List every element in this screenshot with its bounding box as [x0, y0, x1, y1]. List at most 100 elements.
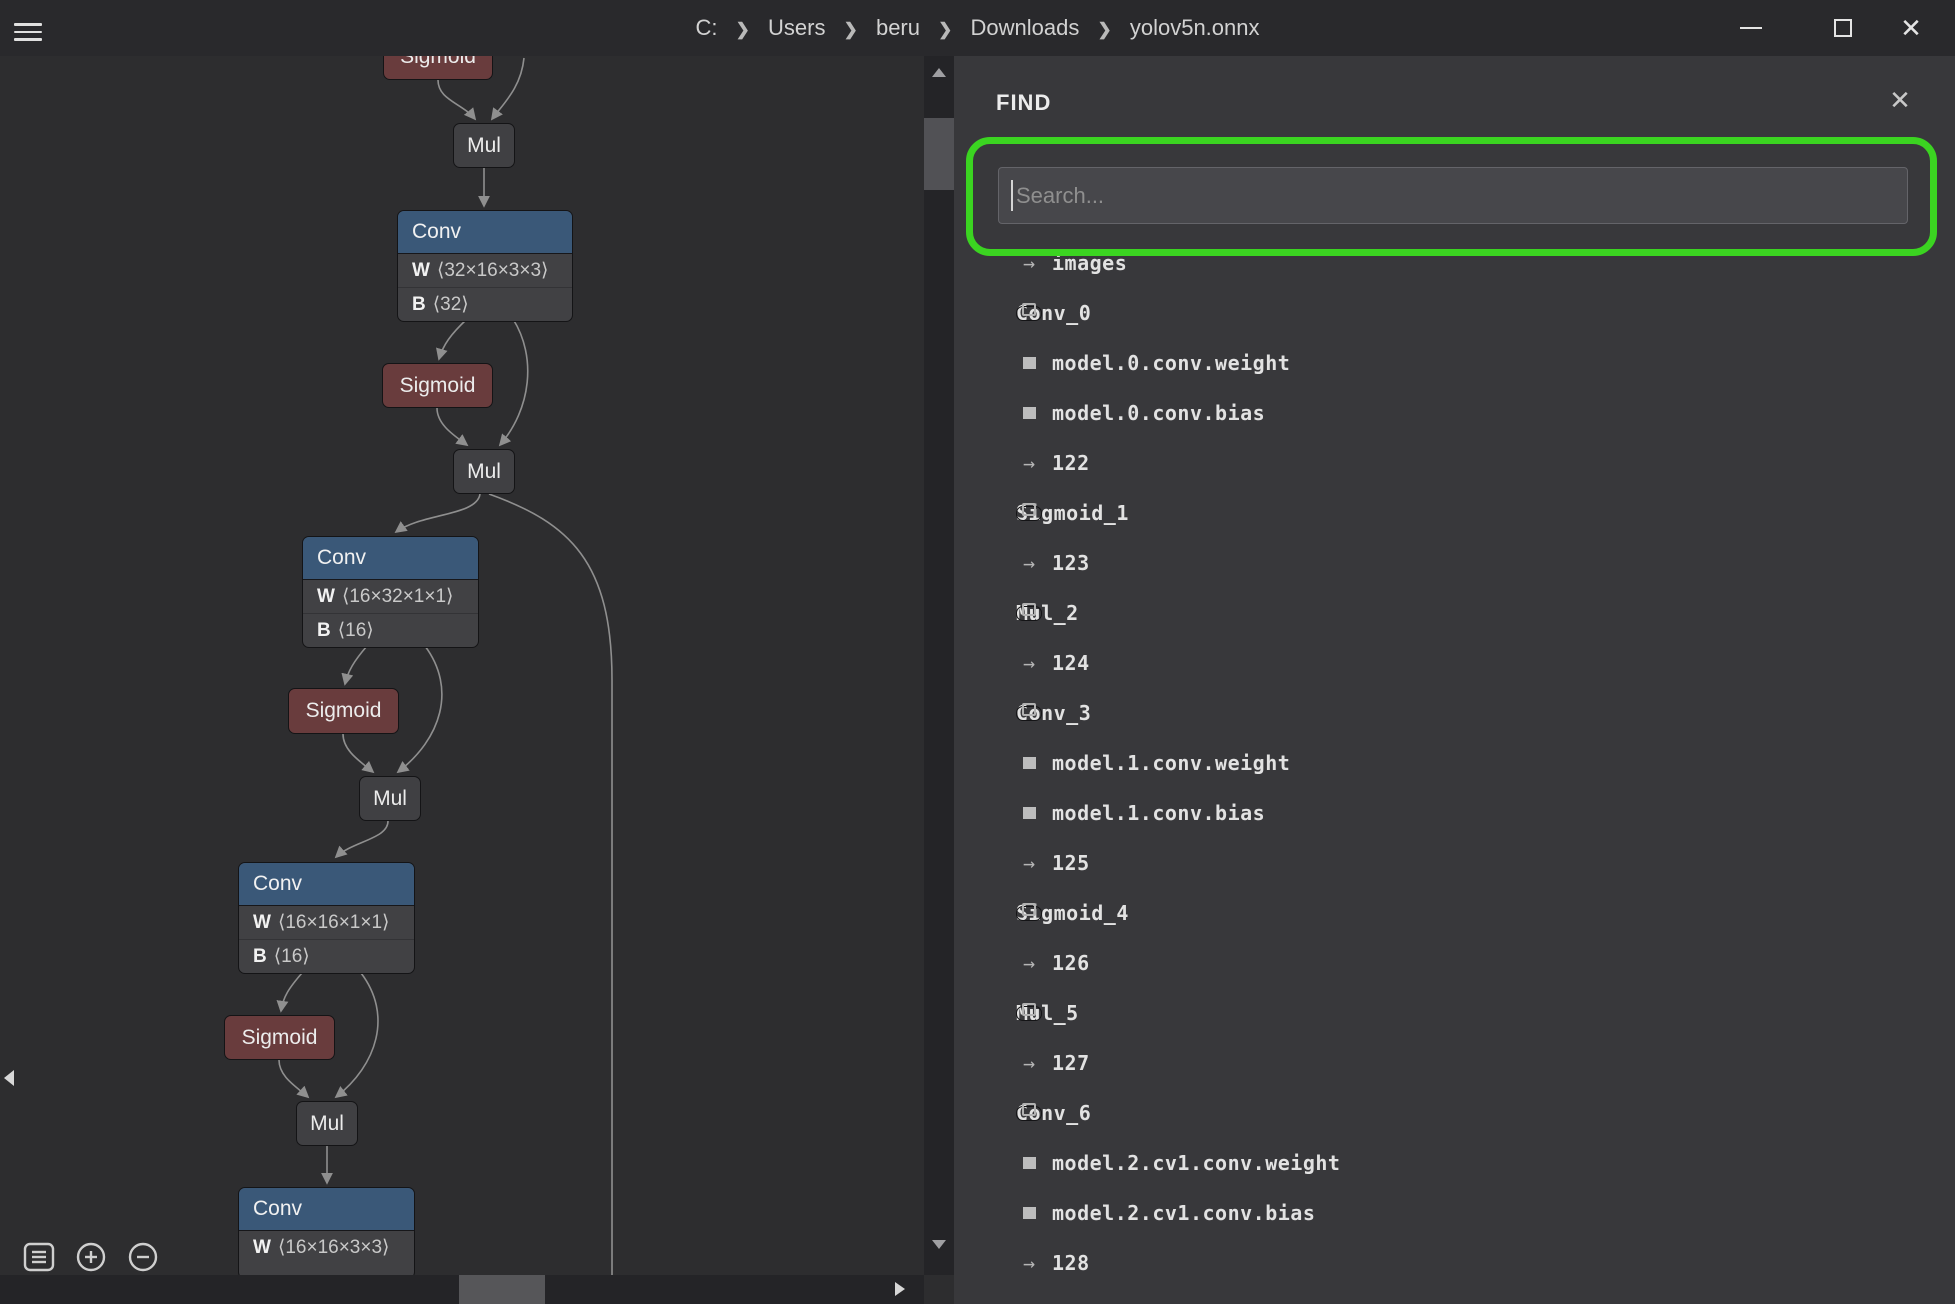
graph-node-conv[interactable]: Conv W ⟨16×16×3×3⟩: [238, 1187, 415, 1279]
zoom-in-button[interactable]: [72, 1238, 110, 1276]
node-type-label: Mul: [467, 133, 501, 157]
node-param-weight: W ⟨16×16×1×1⟩: [253, 912, 390, 933]
graph-node-mul[interactable]: Mul: [453, 449, 515, 494]
find-result-item[interactable]: Conv_6: [954, 1088, 1955, 1138]
find-result-label: 124: [1052, 651, 1090, 675]
search-input[interactable]: [998, 167, 1908, 224]
find-result-item[interactable]: model.2.cv1.conv.bias: [954, 1188, 1955, 1238]
find-result-label: model.0.conv.bias: [1052, 401, 1266, 425]
graph-node-mul[interactable]: Mul: [296, 1101, 358, 1146]
find-result-label: 126: [1052, 951, 1090, 975]
node-param-weight: W ⟨16×32×1×1⟩: [317, 586, 454, 607]
find-result-item[interactable]: Mul_2: [954, 588, 1955, 638]
find-result-item[interactable]: → 124: [954, 638, 1955, 688]
find-result-item[interactable]: → 126: [954, 938, 1955, 988]
zoom-out-button[interactable]: [124, 1238, 162, 1276]
chevron-right-icon: ❯: [843, 20, 858, 39]
tensor-arrow-icon: →: [1022, 1051, 1036, 1075]
maximize-button[interactable]: [1815, 0, 1871, 56]
minimize-icon: [1740, 27, 1762, 29]
node-type-label: Conv: [303, 537, 478, 580]
scroll-left-arrow-icon[interactable]: [4, 1070, 14, 1086]
node-marker-icon: [1016, 1005, 1042, 1021]
node-type-label: Mul: [467, 459, 501, 483]
scroll-up-arrow-icon[interactable]: [932, 68, 946, 77]
horizontal-scrollbar[interactable]: [0, 1275, 924, 1304]
breadcrumb: C: ❯ Users ❯ beru ❯ Downloads ❯ yolov5n.…: [0, 0, 1955, 56]
tensor-arrow-icon: →: [1022, 251, 1036, 275]
model-properties-button[interactable]: [20, 1238, 58, 1276]
initializer-marker-icon: [1016, 757, 1042, 769]
graph-node-sigmoid[interactable]: Sigmoid: [288, 688, 399, 734]
node-type-label: Sigmoid: [241, 1025, 318, 1049]
initializer-marker-icon: [1016, 357, 1042, 369]
find-result-item[interactable]: Sigmoid_4: [954, 888, 1955, 938]
find-result-label: 122: [1052, 451, 1090, 475]
find-result-label: images: [1052, 251, 1128, 275]
graph-node-sigmoid[interactable]: Sigmoid: [224, 1015, 335, 1060]
vertical-scrollbar[interactable]: [924, 56, 954, 1275]
find-result-item[interactable]: Sigmoid_1: [954, 488, 1955, 538]
node-marker-icon: [1016, 505, 1042, 521]
text-caret: [1011, 180, 1013, 211]
node-marker-icon: [1016, 305, 1042, 321]
vertical-scrollbar-thumb[interactable]: [924, 118, 954, 190]
list-icon: [23, 1242, 55, 1272]
find-result-item[interactable]: → 123: [954, 538, 1955, 588]
tensor-arrow-icon: →: [1022, 951, 1036, 975]
find-result-item[interactable]: → images: [954, 238, 1955, 288]
search-box: [998, 167, 1908, 224]
tensor-arrow-icon: →: [1022, 851, 1036, 875]
find-result-item[interactable]: → 122: [954, 438, 1955, 488]
find-result-item[interactable]: model.0.conv.weight: [954, 338, 1955, 388]
node-type-label: Conv: [398, 211, 572, 254]
find-result-item[interactable]: model.1.conv.bias: [954, 788, 1955, 838]
find-result-label: model.1.conv.bias: [1052, 801, 1266, 825]
initializer-marker-icon: [1016, 1207, 1042, 1219]
node-param-bias: B ⟨16⟩: [303, 613, 478, 647]
find-results-list: → images Conv_0 model.0.conv.weight mode…: [954, 238, 1955, 1288]
breadcrumb-item-filename: yolov5n.onnx: [1129, 15, 1260, 40]
find-result-item[interactable]: model.1.conv.weight: [954, 738, 1955, 788]
horizontal-scrollbar-thumb[interactable]: [459, 1275, 545, 1304]
node-marker-icon: [1016, 705, 1042, 721]
node-marker-icon: [1016, 605, 1042, 621]
graph-node-sigmoid[interactable]: Sigmoid: [382, 363, 493, 408]
breadcrumb-item: Downloads: [970, 15, 1080, 40]
find-result-item[interactable]: Conv_0: [954, 288, 1955, 338]
initializer-marker-icon: [1016, 807, 1042, 819]
find-panel: FIND ✕ → images Conv_0 model.0.conv.weig…: [954, 56, 1955, 1304]
chevron-right-icon: ❯: [938, 20, 953, 39]
graph-node-mul[interactable]: Mul: [359, 776, 421, 821]
scroll-right-arrow-icon[interactable]: [895, 1282, 905, 1296]
graph-node-conv[interactable]: Conv W ⟨16×32×1×1⟩ B ⟨16⟩: [302, 536, 479, 648]
chevron-right-icon: ❯: [1097, 20, 1112, 39]
find-result-item[interactable]: model.2.cv1.conv.weight: [954, 1138, 1955, 1188]
find-result-item[interactable]: Conv_3: [954, 688, 1955, 738]
find-result-item[interactable]: → 125: [954, 838, 1955, 888]
breadcrumb-item: beru: [875, 15, 920, 40]
find-result-label: model.2.cv1.conv.weight: [1052, 1151, 1341, 1175]
node-param-bias: B ⟨32⟩: [398, 287, 572, 321]
find-close-button[interactable]: ✕: [1882, 82, 1918, 118]
node-type-label: Sigmoid: [305, 699, 382, 722]
zoom-toolbar: [20, 1238, 162, 1276]
find-result-item[interactable]: → 128: [954, 1238, 1955, 1288]
graph-node-conv[interactable]: Conv W ⟨16×16×1×1⟩ B ⟨16⟩: [238, 862, 415, 974]
minimize-button[interactable]: [1723, 0, 1779, 56]
find-result-label: 123: [1052, 551, 1090, 575]
breadcrumb-item: C:: [695, 15, 718, 40]
netron-window: Sigmoid Mul Conv W ⟨32×16×3×3⟩ B ⟨32⟩ Sigm…: [0, 0, 1955, 1304]
find-result-item[interactable]: Mul_5: [954, 988, 1955, 1038]
node-param-weight: W ⟨32×16×3×3⟩: [412, 260, 549, 281]
node-type-label: Conv: [239, 863, 414, 906]
graph-node-conv[interactable]: Conv W ⟨32×16×3×3⟩ B ⟨32⟩: [397, 210, 573, 322]
tensor-arrow-icon: →: [1022, 451, 1036, 475]
node-param-bias: B ⟨16⟩: [239, 939, 414, 973]
breadcrumb-item: Users: [768, 15, 826, 40]
graph-node-mul[interactable]: Mul: [453, 123, 515, 168]
find-result-item[interactable]: → 127: [954, 1038, 1955, 1088]
close-window-button[interactable]: ✕: [1883, 0, 1939, 56]
scroll-down-arrow-icon[interactable]: [932, 1240, 946, 1249]
find-result-item[interactable]: model.0.conv.bias: [954, 388, 1955, 438]
